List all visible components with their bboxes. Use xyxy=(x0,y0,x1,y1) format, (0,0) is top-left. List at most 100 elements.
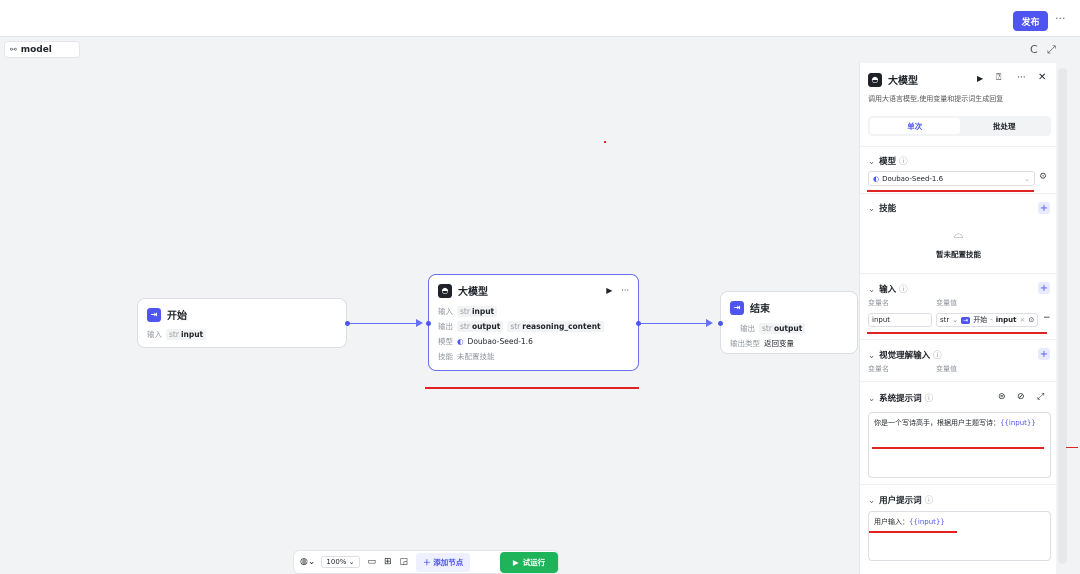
llm-more-icon[interactable]: ··· xyxy=(621,286,629,295)
tab-batch[interactable]: 批处理 xyxy=(960,118,1050,134)
chevron-down-icon[interactable]: ⌄ xyxy=(868,351,875,361)
zoom-value: 100% xyxy=(326,558,347,566)
workflow-tab[interactable]: ⚯ model xyxy=(4,41,80,58)
annotation-underline-model xyxy=(867,190,1034,192)
llm-input-name: input xyxy=(471,307,495,316)
top-bar: 发布 ··· xyxy=(0,0,1080,37)
llm-node-icon: ◓ xyxy=(438,283,452,298)
chevron-down-icon[interactable]: ⌄ xyxy=(868,204,875,214)
help-icon[interactable]: ⍰ xyxy=(996,73,1001,83)
model-select[interactable]: ◐ Doubao-Seed-1.6 ⌄ xyxy=(868,171,1035,186)
empty-box-icon: ⌓ xyxy=(953,227,964,241)
user-prompt-var: {{input}} xyxy=(909,518,945,526)
panel-more-icon[interactable]: ··· xyxy=(1017,73,1026,83)
workflow-tab-label: model xyxy=(20,44,52,55)
user-prompt-input[interactable]: 用户输入：{{input}} xyxy=(868,511,1051,561)
start-node[interactable]: ⇥ 开始 输入 str input xyxy=(137,298,347,348)
end-output-label: 输出 xyxy=(740,324,755,333)
ref-var: input xyxy=(995,316,1017,324)
end-input-port[interactable] xyxy=(718,321,723,326)
refresh-icon[interactable]: C xyxy=(1030,43,1038,56)
expand-icon[interactable]: ⤢ xyxy=(1037,392,1044,402)
system-prompt-section: ⌄ 系统提示词 ⓘ ⊜ ⊘ ⤢ 你是一个写诗高手，根据用户主题写诗：{{input… xyxy=(860,381,1056,484)
annotation-stroke xyxy=(1066,447,1078,448)
llm-output-type2: str xyxy=(510,322,521,331)
add-skill-button[interactable]: + xyxy=(1038,202,1050,214)
col-var-name: 变量名 xyxy=(868,299,889,307)
expand-icon[interactable]: ⤢ xyxy=(1047,43,1056,57)
publish-button[interactable]: 发布 xyxy=(1013,11,1048,31)
llm-node[interactable]: ◓ 大模型 ▶ ··· 输入 str input 输出 str output str… xyxy=(428,274,639,371)
start-input-name: input xyxy=(180,330,204,339)
chevron-down-icon[interactable]: ⌄ xyxy=(868,285,875,295)
tab-single[interactable]: 单次 xyxy=(870,118,960,134)
settings-icon[interactable]: ⚙ xyxy=(1039,172,1047,182)
var-name-input[interactable]: input xyxy=(868,313,932,327)
llm-input-label: 输入 xyxy=(438,307,453,316)
remove-input-button[interactable]: − xyxy=(1043,313,1051,323)
llm-run-icon[interactable]: ▶ xyxy=(606,286,612,295)
chevron-down-icon[interactable]: ⌄ xyxy=(868,157,875,167)
optimize-icon[interactable]: ⊘ xyxy=(1017,392,1025,402)
end-node[interactable]: ⇥ 结束 输出 str output 输出类型 返回变量 xyxy=(720,291,858,354)
info-icon: ⓘ xyxy=(924,394,934,404)
more-menu-icon[interactable]: ··· xyxy=(1055,12,1066,25)
doubao-icon: ◐ xyxy=(457,337,464,346)
add-input-button[interactable]: + xyxy=(1038,282,1050,294)
add-node-button[interactable]: ＋ 添加节点 xyxy=(416,552,471,572)
end-node-icon: ⇥ xyxy=(730,300,744,315)
start-node-icon: ⇥ xyxy=(147,307,161,322)
chevron-down-icon[interactable]: ⌄ xyxy=(868,496,875,506)
target-icon[interactable]: ⊙ xyxy=(1028,316,1034,324)
end-output-type: str xyxy=(762,324,772,333)
end-output-kind-label: 输出类型 xyxy=(730,339,760,348)
chevron-down-icon[interactable]: ⌄ xyxy=(868,394,875,404)
play-icon: ▶ xyxy=(512,558,519,567)
annotation-dot xyxy=(604,141,606,143)
start-node-title: 开始 xyxy=(167,311,187,322)
col-var-value: 变量值 xyxy=(936,299,957,307)
panel-run-icon[interactable]: ▶ xyxy=(977,74,983,83)
info-icon: ⓘ xyxy=(933,351,942,361)
mouse-mode-icon[interactable]: ◍⌄ xyxy=(300,557,315,567)
start-ref-icon: ⇥ xyxy=(961,316,971,324)
var-value-select[interactable]: str ⌄ ⇥ 开始 - input × ⊙ xyxy=(936,313,1038,327)
col-var-name: 变量名 xyxy=(868,365,889,373)
info-icon: ⓘ xyxy=(899,285,908,295)
skill-section: ⌄ 技能 + ⌓ 暂未配置技能 xyxy=(860,193,1056,273)
prompt-library-icon[interactable]: ⊜ xyxy=(998,392,1006,402)
edge-arrow xyxy=(706,319,713,327)
zoom-select[interactable]: 100% ⌄ xyxy=(321,556,360,568)
llm-output-name1: output xyxy=(471,322,501,331)
llm-input-port[interactable] xyxy=(426,321,431,326)
doubao-icon: ◐ xyxy=(873,174,880,183)
llm-skill-label: 技能 xyxy=(438,352,453,361)
var-type: str xyxy=(940,316,950,324)
close-icon[interactable]: ✕ xyxy=(1038,72,1046,83)
start-input-label: 输入 xyxy=(147,330,162,339)
system-prompt-title: 系统提示词 xyxy=(879,394,922,404)
annotation-underline-node xyxy=(425,387,639,389)
annotation-underline-input xyxy=(867,332,1047,334)
user-prompt-text: 用户输入： xyxy=(874,518,909,526)
workflow-icon: ⚯ xyxy=(10,45,17,54)
info-icon: ⓘ xyxy=(899,157,908,167)
test-run-button[interactable]: ▶ 试运行 xyxy=(500,552,558,573)
add-vision-input-button[interactable]: + xyxy=(1038,348,1050,360)
ref-node: 开始 xyxy=(973,316,988,324)
panel-scrollbar[interactable] xyxy=(1058,68,1067,564)
clear-icon[interactable]: × xyxy=(1019,316,1025,324)
comment-icon[interactable]: ▭ xyxy=(368,557,377,567)
layout-icon[interactable]: ⊞ xyxy=(384,557,392,567)
panel-title: 大模型 xyxy=(888,76,918,87)
annotation-underline-system-prompt xyxy=(872,447,1044,449)
skill-section-title: 技能 xyxy=(879,204,897,214)
annotation-underline-user-prompt xyxy=(869,531,957,533)
system-prompt-input[interactable]: 你是一个写诗高手，根据用户主题写诗：{{input}} xyxy=(868,412,1051,478)
llm-model-name: Doubao-Seed-1.6 xyxy=(467,337,533,346)
llm-output-type1: str xyxy=(460,322,470,331)
minimap-icon[interactable]: ◲ xyxy=(400,557,409,567)
llm-output-name2: reasoning_content xyxy=(522,322,601,331)
llm-model-label: 模型 xyxy=(438,337,453,346)
model-select-value: Doubao-Seed-1.6 xyxy=(882,174,944,183)
